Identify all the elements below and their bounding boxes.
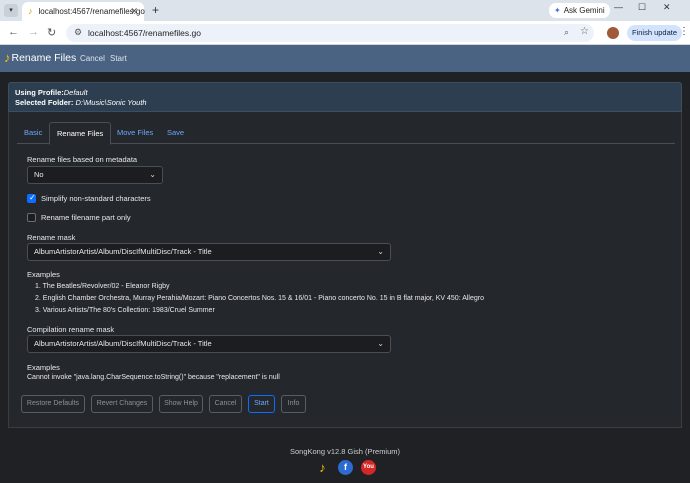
metadata-label: Rename files based on metadata <box>27 155 138 164</box>
songkong-logo-icon: ♪ <box>4 50 11 65</box>
new-tab-icon[interactable]: + <box>152 3 159 17</box>
profile-label: Using Profile: <box>15 88 64 97</box>
chevron-down-icon: ⌄ <box>377 247 384 256</box>
reload-icon[interactable]: ↻ <box>47 26 56 39</box>
profile-info-panel: Using Profile:Default Selected Folder: D… <box>8 82 682 112</box>
folder-value: D:\Music\Sonic Youth <box>75 98 147 107</box>
tab-basic[interactable]: Basic <box>17 122 49 144</box>
tab-search-icon[interactable]: ▾ <box>4 4 18 17</box>
options-tabs: Basic Rename Files Move Files Save <box>17 122 675 145</box>
mask-label: Rename mask <box>27 233 76 242</box>
folder-label: Selected Folder: <box>15 98 74 107</box>
songkong-favicon-icon: ♪ <box>28 6 33 16</box>
tab-move-files[interactable]: Move Files <box>110 122 160 144</box>
url-text: localhost:4567/renamefiles.go <box>88 28 201 38</box>
browser-tab-bar: ▾ ♪ localhost:4567/renamefiles.go ✕ + ✦ … <box>0 0 690 21</box>
tab-rename-files[interactable]: Rename Files <box>49 122 112 145</box>
footer-icons: ♪ f You <box>315 460 376 476</box>
metadata-select-value: No <box>34 170 44 179</box>
gemini-sparkle-icon: ✦ <box>554 6 561 15</box>
youtube-icon[interactable]: You <box>361 460 376 475</box>
bookmark-star-icon[interactable]: ☆ <box>580 26 589 37</box>
version-text: SongKong v12.8 Gish (Premium) <box>289 447 401 456</box>
browser-toolbar: ← → ↻ ⚙ localhost:4567/renamefiles.go ⌕ … <box>0 21 690 45</box>
profile-line: Using Profile:Default <box>15 88 675 98</box>
folder-line: Selected Folder: D:\Music\Sonic Youth <box>15 98 675 108</box>
forward-icon[interactable]: → <box>28 26 39 38</box>
examples-label: Examples <box>27 270 60 279</box>
facebook-icon[interactable]: f <box>338 460 353 475</box>
window-close-icon[interactable]: ✕ <box>663 2 671 13</box>
browser-tab[interactable]: ♪ localhost:4567/renamefiles.go ✕ <box>22 2 145 21</box>
examples-error-text: Cannot invoke "java.lang.CharSequence.to… <box>27 374 280 381</box>
site-info-icon[interactable]: ⚙ <box>74 27 82 38</box>
cancel-button[interactable]: Cancel <box>209 395 242 413</box>
app-navbar: ♪ Rename Files Cancel Start <box>0 45 690 72</box>
simplify-checkbox[interactable]: ✓ <box>27 193 36 203</box>
examples2-label: Examples <box>27 363 60 372</box>
compilation-mask-select[interactable]: AlbumArtistorArtist/Album/DiscIfMultiDis… <box>27 335 391 353</box>
songkong-logo-icon[interactable]: ♪ <box>315 460 330 475</box>
filename-part-label: Rename filename part only <box>41 213 131 222</box>
ask-gemini-button[interactable]: ✦ Ask Gemini <box>549 3 610 18</box>
finish-update-button[interactable]: Finish update <box>627 25 683 41</box>
start-button[interactable]: Start <box>248 395 275 413</box>
nav-start-link[interactable]: Start <box>110 54 127 63</box>
rename-mask-value: AlbumArtistorArtist/Album/DiscIfMultiDis… <box>34 247 212 256</box>
rename-mask-select[interactable]: AlbumArtistorArtist/Album/DiscIfMultiDis… <box>27 243 391 261</box>
revert-changes-button[interactable]: Revert Changes <box>91 395 153 413</box>
info-button[interactable]: Info <box>281 395 306 413</box>
restore-defaults-button[interactable]: Restore Defaults <box>21 395 85 413</box>
example-item: 2. English Chamber Orchestra, Murray Per… <box>35 295 484 302</box>
filename-part-checkbox[interactable] <box>27 213 36 222</box>
compilation-mask-label: Compilation rename mask <box>27 325 115 334</box>
more-menu-icon[interactable]: ⋮ <box>679 26 689 37</box>
profile-value: Default <box>63 88 88 97</box>
back-icon[interactable]: ← <box>8 26 19 38</box>
brand-title: Rename Files <box>11 51 77 64</box>
chevron-down-icon: ⌄ <box>149 170 156 179</box>
rename-files-card: Basic Rename Files Move Files Save Renam… <box>8 112 682 428</box>
show-help-button[interactable]: Show Help <box>159 395 203 413</box>
check-icon: ✓ <box>29 193 36 202</box>
chevron-down-icon: ⌄ <box>377 339 384 348</box>
example-item: 3. Various Artists/The 80's Collection: … <box>35 307 215 314</box>
example-item: 1. The Beatles/Revolver/02 - Eleanor Rig… <box>35 283 170 290</box>
metadata-select[interactable]: No ⌄ <box>27 166 163 184</box>
compilation-mask-value: AlbumArtistorArtist/Album/DiscIfMultiDis… <box>34 339 212 348</box>
tab-title: localhost:4567/renamefiles.go <box>38 7 145 16</box>
profile-avatar[interactable] <box>607 27 619 39</box>
zoom-icon[interactable]: ⌕ <box>564 27 569 38</box>
examples-list: 1. The Beatles/Revolver/02 - Eleanor Rig… <box>35 281 484 317</box>
tab-save[interactable]: Save <box>160 122 191 144</box>
nav-cancel-link[interactable]: Cancel <box>80 54 105 63</box>
brand[interactable]: ♪ Rename Files <box>4 51 76 64</box>
simplify-label: Simplify non-standard characters <box>41 194 151 203</box>
ask-gemini-label: Ask Gemini <box>563 6 605 15</box>
address-bar[interactable]: ⚙ localhost:4567/renamefiles.go ⌕ ☆ <box>66 24 594 42</box>
maximize-icon[interactable]: ☐ <box>638 2 646 13</box>
close-icon[interactable]: ✕ <box>130 6 138 17</box>
minimize-icon[interactable]: — <box>614 2 623 12</box>
